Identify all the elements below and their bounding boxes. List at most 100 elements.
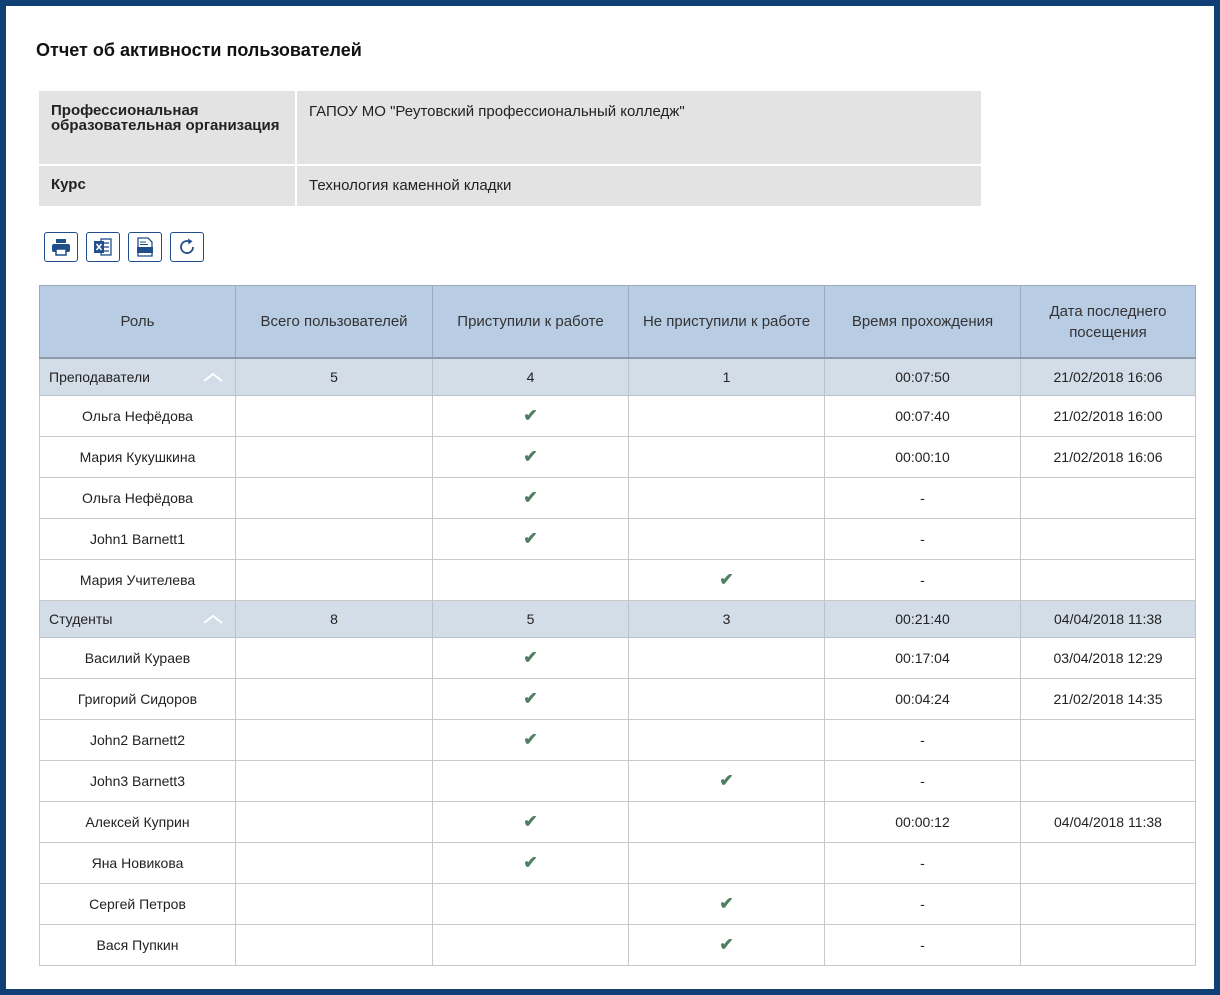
info-table: Профессиональная образовательная организ…: [39, 91, 981, 206]
chevron-up-icon[interactable]: [203, 615, 223, 624]
user-row[interactable]: John3 Barnett3 ✔ -: [39, 760, 1196, 802]
export-pdf-button[interactable]: [128, 232, 162, 262]
user-not-started-cell: [628, 518, 825, 560]
user-not-started-cell: [628, 436, 825, 478]
group-not-started-cell: 1: [628, 357, 825, 396]
user-time-cell: -: [824, 559, 1021, 601]
user-name-cell: John1 Barnett1: [39, 518, 236, 560]
checkmark-icon: ✔: [719, 570, 734, 589]
user-name-cell: Сергей Петров: [39, 883, 236, 925]
checkmark-icon: ✔: [719, 771, 734, 790]
user-not-started-cell: [628, 477, 825, 519]
user-total-cell: [235, 760, 433, 802]
user-started-cell: ✔: [432, 801, 629, 843]
user-started-cell: ✔: [432, 719, 629, 761]
user-last-visit-cell: 04/04/2018 11:38: [1020, 801, 1196, 843]
printer-icon: [52, 239, 70, 256]
export-excel-button[interactable]: [86, 232, 120, 262]
user-row[interactable]: Алексей Куприн ✔ 00:00:12 04/04/2018 11:38: [39, 801, 1196, 843]
excel-icon: [94, 238, 112, 256]
user-row[interactable]: John2 Barnett2 ✔ -: [39, 719, 1196, 761]
print-button[interactable]: [44, 232, 78, 262]
checkmark-icon: ✔: [719, 894, 734, 913]
user-row[interactable]: John1 Barnett1 ✔ -: [39, 518, 1196, 560]
user-last-visit-cell: [1020, 842, 1196, 884]
user-row[interactable]: Ольга Нефёдова ✔ 00:07:40 21/02/2018 16:00: [39, 395, 1196, 437]
user-total-cell: [235, 518, 433, 560]
user-total-cell: [235, 883, 433, 925]
user-total-cell: [235, 637, 433, 679]
user-not-started-cell: [628, 637, 825, 679]
org-label: Профессиональная образовательная организ…: [39, 91, 297, 166]
group-not-started-cell: 3: [628, 600, 825, 638]
checkmark-icon: ✔: [523, 447, 538, 466]
user-not-started-cell: ✔: [628, 883, 825, 925]
refresh-button[interactable]: [170, 232, 204, 262]
user-started-cell: [432, 559, 629, 601]
user-time-cell: 00:00:10: [824, 436, 1021, 478]
refresh-icon: [180, 238, 194, 254]
user-time-cell: 00:00:12: [824, 801, 1021, 843]
user-not-started-cell: [628, 801, 825, 843]
user-last-visit-cell: [1020, 477, 1196, 519]
user-time-cell: -: [824, 842, 1021, 884]
user-total-cell: [235, 924, 433, 966]
user-not-started-cell: [628, 842, 825, 884]
user-last-visit-cell: 21/02/2018 16:00: [1020, 395, 1196, 437]
checkmark-icon: ✔: [523, 488, 538, 507]
user-not-started-cell: ✔: [628, 924, 825, 966]
column-header-last-visit[interactable]: Дата последнего посещения: [1020, 285, 1196, 359]
user-time-cell: -: [824, 760, 1021, 802]
user-total-cell: [235, 395, 433, 437]
column-header-total[interactable]: Всего пользователей: [235, 285, 433, 359]
checkmark-icon: ✔: [523, 529, 538, 548]
user-name-cell: Ольга Нефёдова: [39, 477, 236, 519]
checkmark-icon: ✔: [523, 812, 538, 831]
user-last-visit-cell: [1020, 760, 1196, 802]
user-total-cell: [235, 842, 433, 884]
checkmark-icon: ✔: [523, 853, 538, 872]
column-header-time[interactable]: Время прохождения: [824, 285, 1021, 359]
user-row[interactable]: Мария Кукушкина ✔ 00:00:10 21/02/2018 16:06: [39, 436, 1196, 478]
chevron-up-icon[interactable]: [203, 373, 223, 382]
checkmark-icon: ✔: [719, 935, 734, 954]
user-name-cell: Ольга Нефёдова: [39, 395, 236, 437]
group-started-cell: 4: [432, 357, 629, 396]
user-name-cell: John3 Barnett3: [39, 760, 236, 802]
user-row[interactable]: Яна Новикова ✔ -: [39, 842, 1196, 884]
column-header-started[interactable]: Приступили к работе: [432, 285, 629, 359]
group-total-cell: 5: [235, 357, 433, 396]
user-last-visit-cell: 21/02/2018 14:35: [1020, 678, 1196, 720]
user-row[interactable]: Вася Пупкин ✔ -: [39, 924, 1196, 966]
user-total-cell: [235, 719, 433, 761]
user-row[interactable]: Григорий Сидоров ✔ 00:04:24 21/02/2018 14:3…: [39, 678, 1196, 720]
user-row[interactable]: Мария Учителева ✔ -: [39, 559, 1196, 601]
user-not-started-cell: [628, 678, 825, 720]
group-name: Студенты: [49, 611, 113, 627]
user-name-cell: Алексей Куприн: [39, 801, 236, 843]
user-row[interactable]: Сергей Петров ✔ -: [39, 883, 1196, 925]
user-name-cell: Вася Пупкин: [39, 924, 236, 966]
group-row[interactable]: Преподаватели 5 4 1 00:07:50 21/02/2018 16:06: [39, 357, 1196, 396]
user-time-cell: -: [824, 518, 1021, 560]
group-name-cell[interactable]: Студенты: [39, 600, 236, 638]
column-header-role[interactable]: Роль: [39, 285, 236, 359]
group-name: Преподаватели: [49, 369, 150, 385]
user-not-started-cell: ✔: [628, 559, 825, 601]
user-last-visit-cell: 03/04/2018 12:29: [1020, 637, 1196, 679]
user-started-cell: ✔: [432, 477, 629, 519]
user-started-cell: [432, 883, 629, 925]
group-row[interactable]: Студенты 8 5 3 00:21:40 04/04/2018 11:38: [39, 600, 1196, 638]
user-row[interactable]: Ольга Нефёдова ✔ -: [39, 477, 1196, 519]
user-started-cell: [432, 760, 629, 802]
user-last-visit-cell: [1020, 924, 1196, 966]
user-started-cell: ✔: [432, 842, 629, 884]
group-name-cell[interactable]: Преподаватели: [39, 357, 236, 396]
user-row[interactable]: Василий Кураев ✔ 00:17:04 03/04/2018 12:29: [39, 637, 1196, 679]
user-time-cell: -: [824, 477, 1021, 519]
column-header-not-started[interactable]: Не приступили к работе: [628, 285, 825, 359]
user-total-cell: [235, 801, 433, 843]
user-time-cell: 00:04:24: [824, 678, 1021, 720]
user-time-cell: -: [824, 924, 1021, 966]
user-last-visit-cell: [1020, 719, 1196, 761]
